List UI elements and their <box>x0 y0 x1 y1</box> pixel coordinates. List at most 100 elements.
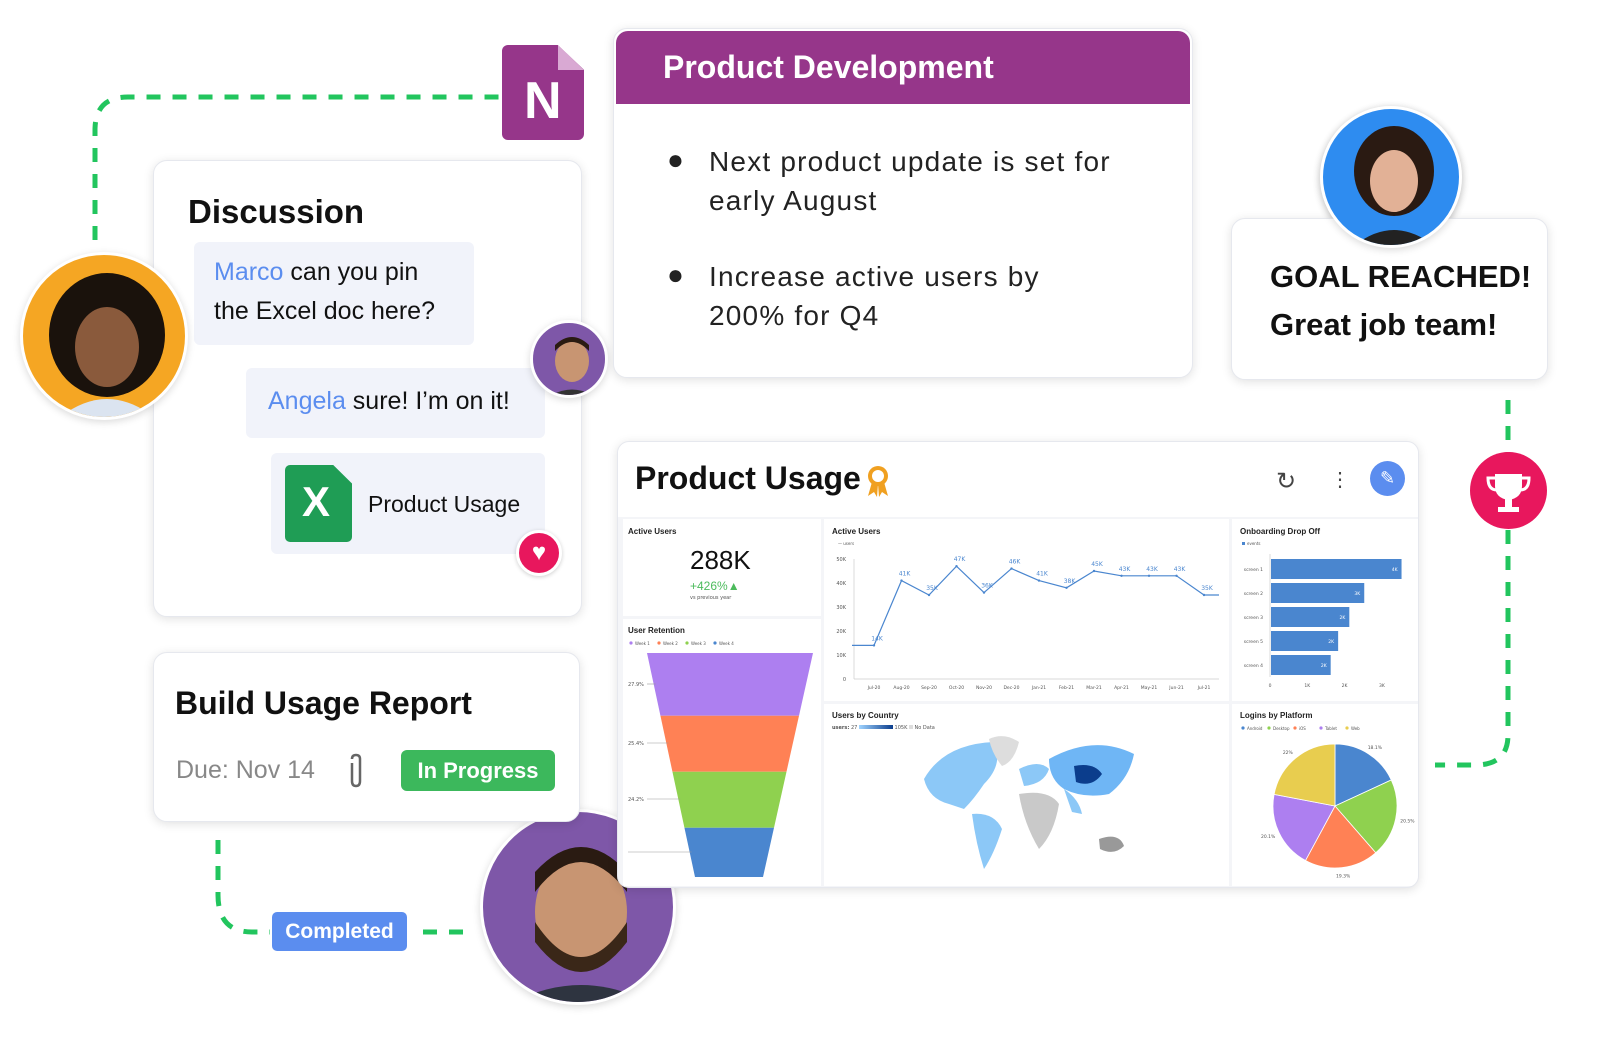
x-tick: 2K <box>1342 683 1349 689</box>
y-tick: 20K <box>836 629 846 635</box>
data-point <box>872 644 876 647</box>
data-label: 35K <box>1201 585 1214 592</box>
heart-icon[interactable]: ♥ <box>516 530 562 576</box>
more-vertical-icon[interactable]: ⋮ <box>1330 467 1350 492</box>
x-tick: Mar-21 <box>1086 685 1102 691</box>
data-label: 14K <box>871 635 884 642</box>
world-map <box>924 736 1134 869</box>
bar <box>1271 583 1365 603</box>
product-development-header: Product Development <box>616 31 1190 104</box>
legend-dot <box>1241 726 1245 730</box>
onboarding-panel: Onboarding Drop Off events screen 1 4K scre… <box>1232 519 1418 701</box>
excel-icon: X <box>285 465 352 542</box>
due-date: Due: Nov 14 <box>176 756 315 784</box>
retention-panel: User Retention Week 1 Week 2 Week 3 Week 42… <box>623 619 821 886</box>
dashboard-title: Product Usage <box>635 460 861 496</box>
legend-label: Tablet <box>1324 726 1337 731</box>
edit-pencil-icon[interactable]: ✎ <box>1370 461 1405 496</box>
funnel-segment <box>684 827 774 877</box>
data-label: 35K <box>926 585 939 592</box>
refresh-icon[interactable]: ↻ <box>1276 467 1296 496</box>
product-development-title: Product Development <box>663 49 994 85</box>
goal-headline: GOAL REACHED! <box>1270 259 1532 294</box>
data-point <box>1120 574 1123 577</box>
award-ribbon-icon <box>864 464 892 503</box>
pie-label: 22% <box>1283 750 1294 756</box>
legend-label: Week 2 <box>663 641 678 646</box>
map-panel: Users by Country users: 27 105K No Data <box>824 704 1229 886</box>
data-point <box>927 593 931 597</box>
file-attachment[interactable]: X Product Usage <box>271 453 545 554</box>
data-label: 43K <box>1146 566 1159 573</box>
data-point <box>1010 567 1013 570</box>
legend-label: iOS <box>1299 726 1306 731</box>
legend-swatch <box>1242 542 1245 545</box>
data-label: 41K <box>899 571 912 578</box>
message-bubble: Marco can you pin the Excel doc here? <box>194 242 474 345</box>
discussion-title: Discussion <box>188 193 365 230</box>
product-development-card: Product Development ● Next product updat… <box>613 28 1193 378</box>
legend-label: events <box>1247 541 1260 546</box>
x-tick: 1K <box>1304 683 1311 689</box>
data-point <box>1092 569 1096 573</box>
x-tick: Jan-21 <box>1031 685 1046 691</box>
bar-chart: events screen 1 4K screen 2 3K screen 3 2K scre… <box>1242 541 1402 689</box>
legend-dot <box>629 641 633 645</box>
bullet-text: Increase active users by <box>709 261 1040 292</box>
message-text: can you pin <box>283 258 419 286</box>
status-badge-completed[interactable]: Completed <box>272 912 407 951</box>
data-point <box>1065 586 1068 589</box>
pie-label: 20.5% <box>1400 819 1415 825</box>
y-tick: 10K <box>836 653 846 659</box>
x-tick: Jul-20 <box>867 685 881 691</box>
funnel-segment <box>647 653 813 716</box>
data-point <box>955 565 958 568</box>
data-label: 36K <box>981 583 994 590</box>
users-line <box>852 565 1219 646</box>
line-panel: Active Users — users 0 10K 20K 30K 40K 50K 14K J… <box>824 519 1229 701</box>
paperclip-icon[interactable] <box>346 753 366 794</box>
x-tick: Apr-21 <box>1114 685 1129 691</box>
data-label: 38K <box>1064 578 1077 585</box>
bar-category: screen 1 <box>1244 567 1263 573</box>
bar-category: screen 3 <box>1244 615 1263 621</box>
bullet-text: early August <box>709 185 878 216</box>
goal-subline: Great job team! <box>1270 307 1498 342</box>
legend-dot <box>685 641 689 645</box>
avatar-woman-right-front <box>1320 106 1462 248</box>
pie-label: 20.1% <box>1261 834 1276 840</box>
data-label: 41K <box>1036 571 1049 578</box>
legend-dot <box>657 641 661 645</box>
bar-label: 2K <box>1321 663 1328 669</box>
legend-label: Week 1 <box>635 641 650 646</box>
x-tick: Dec-20 <box>1003 685 1019 691</box>
bar-label: 3K <box>1354 591 1361 597</box>
message-text: sure! I’m on it! <box>345 387 510 415</box>
bar <box>1271 559 1402 579</box>
message-text: the Excel doc here? <box>214 297 435 325</box>
kpi-panel: Active Users 288K +426%▲ vs previous yea… <box>623 519 821 616</box>
legend-label: Android <box>1247 726 1263 731</box>
pie-label: 18.1% <box>1368 745 1383 751</box>
data-point <box>1147 574 1151 577</box>
onenote-letter: N <box>524 72 562 130</box>
bar-category: screen 4 <box>1244 663 1263 669</box>
mention[interactable]: Marco <box>214 258 283 286</box>
mention[interactable]: Angela <box>268 387 346 415</box>
x-tick: Jul-21 <box>1197 685 1211 691</box>
kpi-title: Active Users <box>628 527 677 536</box>
legend-dot <box>1319 726 1323 730</box>
bar-category: screen 2 <box>1244 591 1263 597</box>
legend-label: Desktop <box>1273 726 1290 731</box>
bar-category: screen 5 <box>1244 639 1263 645</box>
task-title: Build Usage Report <box>175 685 472 721</box>
kpi-change-value: +426% <box>690 579 728 593</box>
y-tick: 40K <box>836 581 846 587</box>
y-tick: 50K <box>836 557 846 563</box>
legend-dot <box>713 641 717 645</box>
bullet-item: ● Next product update is set for early A… <box>667 142 1111 220</box>
x-tick: Jun-21 <box>1168 685 1184 691</box>
trophy-icon <box>1470 452 1547 529</box>
status-badge-in-progress[interactable]: In Progress <box>401 750 555 791</box>
kpi-change: +426%▲ <box>690 579 740 593</box>
